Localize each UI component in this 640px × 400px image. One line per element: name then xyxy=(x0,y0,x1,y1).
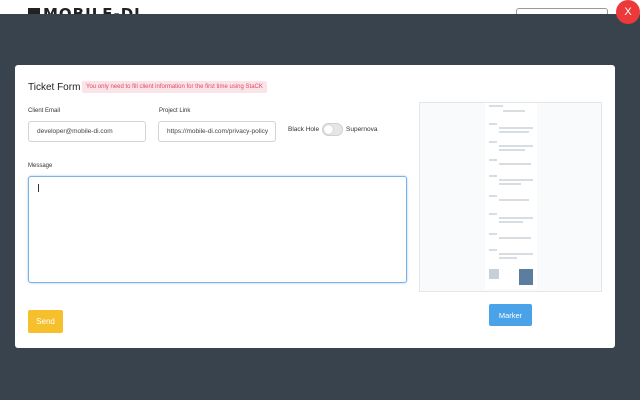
preview-text-line xyxy=(499,199,529,201)
page-preview xyxy=(419,102,602,292)
preview-text-line xyxy=(489,249,497,251)
preview-text-line xyxy=(489,175,497,177)
project-link-label: Project Link xyxy=(159,108,191,114)
preview-text-line xyxy=(489,105,503,107)
preview-text-line xyxy=(499,253,533,255)
close-button[interactable]: X xyxy=(616,0,640,24)
client-email-label: Client Email xyxy=(28,108,61,114)
send-button[interactable]: Send xyxy=(28,310,63,333)
message-label: Message xyxy=(28,163,53,169)
project-link-field[interactable]: https://mobile-di.com/privacy-policy xyxy=(158,121,276,142)
preview-text-line xyxy=(499,183,521,185)
marker-button[interactable]: Marker xyxy=(489,304,532,326)
preview-text-line xyxy=(499,163,531,165)
preview-text-line xyxy=(503,110,525,112)
ticket-form-modal: Ticket Form You only need to fill client… xyxy=(15,65,615,348)
black-hole-supernova-toggle[interactable] xyxy=(322,123,343,136)
client-email-field[interactable]: developer@mobile-di.com xyxy=(28,121,146,142)
preview-thumbnail xyxy=(489,269,499,279)
form-title: Ticket Form xyxy=(28,82,81,93)
text-caret xyxy=(38,184,39,192)
preview-text-line xyxy=(499,221,523,223)
preview-thumbnail xyxy=(519,269,533,285)
preview-text-line xyxy=(499,257,517,259)
toggle-right-label: Supernova xyxy=(346,126,378,133)
preview-text-line xyxy=(489,123,497,125)
preview-text-line xyxy=(499,149,525,151)
preview-text-line xyxy=(489,159,497,161)
preview-text-line xyxy=(499,131,529,133)
preview-text-line xyxy=(499,237,531,239)
message-textarea[interactable] xyxy=(28,176,407,283)
toggle-left-label: Black Hole xyxy=(288,126,320,133)
preview-document xyxy=(485,103,537,289)
preview-text-line xyxy=(489,195,497,197)
preview-text-line xyxy=(489,213,497,215)
preview-text-line xyxy=(499,179,533,181)
preview-text-line xyxy=(489,233,497,235)
toggle-knob xyxy=(324,125,333,134)
preview-text-line xyxy=(499,145,533,147)
preview-text-line xyxy=(499,217,533,219)
preview-text-line xyxy=(489,141,497,143)
first-time-notice: You only need to fill client information… xyxy=(82,81,267,93)
preview-text-line xyxy=(499,127,533,129)
